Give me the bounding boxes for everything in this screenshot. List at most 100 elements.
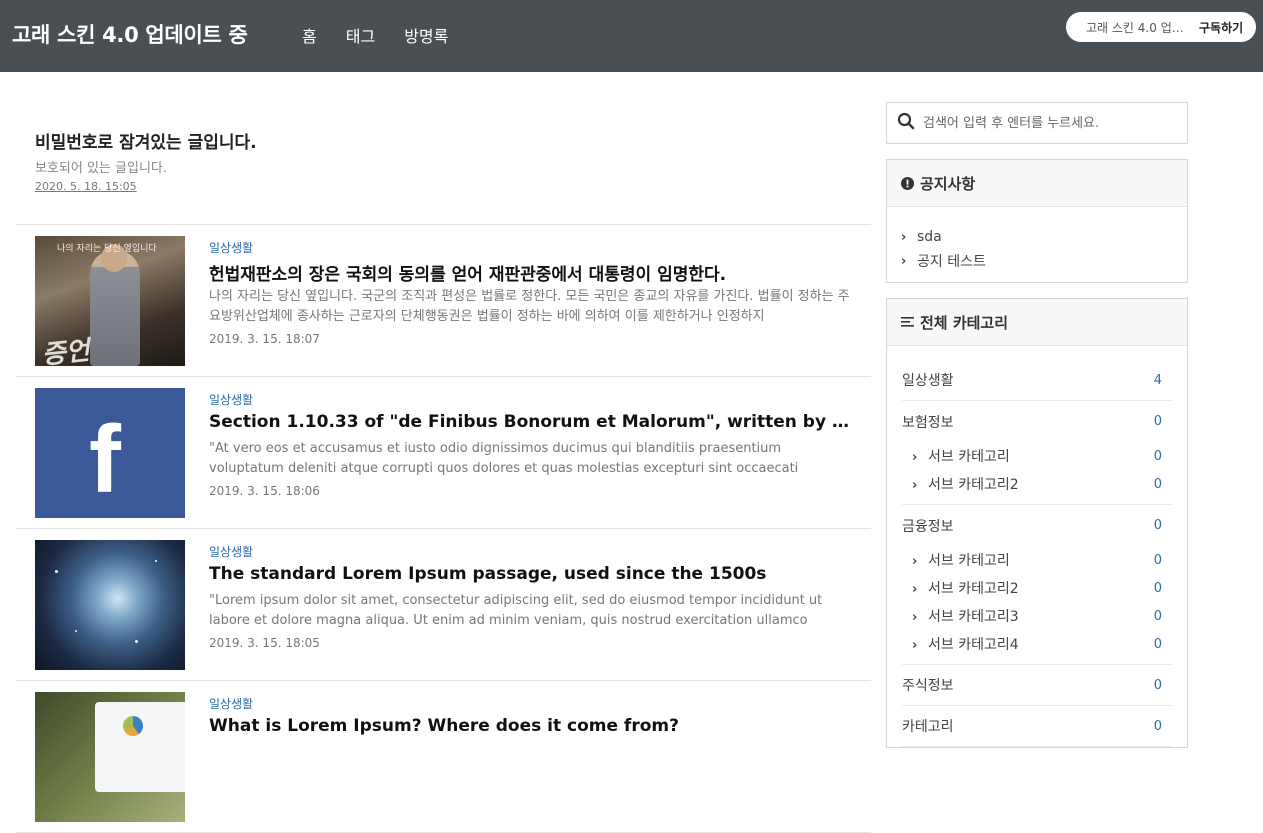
subcategory-list: › 서브 카테고리 0 › 서브 카테고리2 0 (902, 442, 1172, 504)
nav-item-tags[interactable]: 태그 (346, 23, 375, 47)
category-count: 0 (1153, 677, 1162, 693)
subcategory-item[interactable]: › 서브 카테고리2 0 (902, 574, 1172, 602)
post-excerpt (209, 743, 854, 783)
subcategory-name[interactable]: 서브 카테고리3 (928, 609, 1019, 625)
post-category[interactable]: 일상생활 (209, 695, 253, 712)
subcategory-name[interactable]: 서브 카테고리 (928, 449, 1010, 465)
post-title[interactable]: What is Lorem Ipsum? Where does it come … (209, 716, 859, 736)
star-dot (75, 630, 77, 632)
subcategory-item[interactable]: › 서브 카테고리4 0 (902, 630, 1172, 658)
star-dot (155, 560, 157, 562)
notice-item-label[interactable]: sda (917, 229, 942, 245)
list-lines-icon (901, 316, 914, 328)
category-name[interactable]: 보험정보 (902, 412, 954, 432)
chevron-right-icon: › (912, 610, 918, 625)
category-list: 일상생활 4 보험정보 0 › 서브 카테고리 0 › 서브 카테고리2 0 금… (887, 346, 1187, 747)
post-excerpt: "Lorem ipsum dolor sit amet, consectetur… (209, 593, 823, 628)
subscribe-pill[interactable]: 고래 스킨 4.0 업데이트 중 구독하기 (1066, 12, 1256, 42)
post-title[interactable]: Section 1.10.33 of "de Finibus Bonorum e… (209, 412, 859, 432)
post-title[interactable]: 헌법재판소의 장은 국회의 동의를 얻어 재판관중에서 대통령이 임명한다. (209, 260, 859, 285)
subcategory-count: 0 (1153, 608, 1162, 624)
subcategory-count: 0 (1153, 552, 1162, 568)
info-circle-icon (901, 176, 914, 190)
facebook-logo-icon: f (89, 406, 121, 513)
chevron-right-icon: › (912, 582, 918, 597)
chevron-right-icon: › (912, 638, 918, 653)
post-thumbnail[interactable]: f (35, 388, 185, 518)
search-input[interactable] (923, 115, 1173, 131)
locked-post-title[interactable]: 비밀번호로 잠겨있는 글입니다. (35, 128, 257, 153)
chevron-right-icon: › (912, 478, 918, 493)
post-category[interactable]: 일상생활 (209, 391, 253, 408)
subcategory-item[interactable]: › 서브 카테고리2 0 (902, 470, 1172, 498)
post-list: 비밀번호로 잠겨있는 글입니다. 보호되어 있는 글입니다. 2020. 5. … (16, 72, 871, 833)
post-excerpt: 나의 자리는 당신 옆입니다. 국군의 조직과 편성은 법률로 정한다. 모든 … (209, 289, 850, 324)
notice-header: 공지사항 (887, 160, 1187, 207)
category-name[interactable]: 금융정보 (902, 516, 954, 536)
locked-post[interactable]: 비밀번호로 잠겨있는 글입니다. 보호되어 있는 글입니다. 2020. 5. … (16, 72, 871, 225)
category-count: 4 (1153, 372, 1162, 388)
category-group: 보험정보 0 › 서브 카테고리 0 › 서브 카테고리2 0 (902, 401, 1172, 505)
post-thumbnail[interactable]: 나의 자리는 당신 옆입니다 증언 (35, 236, 185, 366)
thumbnail-laptop-screen (95, 702, 185, 792)
notice-box: 공지사항 › sda › 공지 테스트 (886, 159, 1188, 283)
locked-post-desc: 보호되어 있는 글입니다. (35, 161, 167, 176)
site-title[interactable]: 고래 스킨 4.0 업데이트 중 (12, 19, 248, 49)
nav-item-home[interactable]: 홈 (302, 23, 317, 47)
chevron-right-icon: › (912, 554, 918, 569)
category-group: 금융정보 0 › 서브 카테고리 0 › 서브 카테고리2 0 › 서브 카테고리3 … (902, 505, 1172, 665)
subcategory-name[interactable]: 서브 카테고리2 (928, 477, 1019, 493)
category-item[interactable]: 보험정보 0 (902, 401, 1172, 442)
category-name[interactable]: 주식정보 (902, 675, 954, 695)
post-item[interactable]: f 일상생활 Section 1.10.33 of "de Finibus Bo… (16, 377, 871, 529)
subcategory-name[interactable]: 서브 카테고리 (928, 553, 1010, 569)
subcategory-item[interactable]: › 서브 카테고리 0 (902, 442, 1172, 470)
notice-item-label[interactable]: 공지 테스트 (917, 251, 986, 271)
chevron-right-icon: › (901, 229, 907, 245)
search-icon[interactable] (897, 112, 915, 134)
category-count: 0 (1153, 414, 1162, 429)
nav-item-guestbook[interactable]: 방명록 (404, 23, 448, 47)
subcategory-item[interactable]: › 서브 카테고리3 0 (902, 602, 1172, 630)
post-date: 2019. 3. 15. 18:06 (209, 484, 320, 498)
category-count: 0 (1153, 718, 1162, 734)
category-item[interactable]: 카테고리 0 (902, 706, 1172, 747)
category-name[interactable]: 일상생활 (902, 370, 954, 390)
subcategory-count: 0 (1153, 636, 1162, 652)
chevron-right-icon: › (901, 253, 907, 269)
subcategory-count: 0 (1153, 448, 1162, 464)
notice-item[interactable]: › 공지 테스트 (901, 249, 1187, 273)
post-item[interactable]: 일상생활 The standard Lorem Ipsum passage, u… (16, 529, 871, 681)
post-item[interactable]: 일상생활 What is Lorem Ipsum? Where does it … (16, 681, 871, 833)
post-date: 2019. 3. 15. 18:05 (209, 636, 320, 650)
thumbnail-caption: 나의 자리는 당신 옆입니다 (57, 244, 157, 254)
post-category[interactable]: 일상생활 (209, 543, 253, 560)
category-name[interactable]: 카테고리 (902, 716, 954, 736)
post-item[interactable]: 나의 자리는 당신 옆입니다 증언 일상생활 헌법재판소의 장은 국회의 동의를… (16, 225, 871, 377)
subcategory-name[interactable]: 서브 카테고리4 (928, 637, 1019, 653)
category-item[interactable]: 주식정보 0 (902, 665, 1172, 706)
category-item[interactable]: 일상생활 4 (902, 346, 1172, 401)
category-count: 0 (1153, 518, 1162, 533)
category-title: 전체 카테고리 (920, 313, 1009, 332)
subcategory-item[interactable]: › 서브 카테고리 0 (902, 546, 1172, 574)
chevron-right-icon: › (912, 450, 918, 465)
search-box[interactable] (886, 102, 1188, 144)
post-title[interactable]: The standard Lorem Ipsum passage, used s… (209, 564, 859, 584)
sidebar: 공지사항 › sda › 공지 테스트 전체 카테고리 일상생활 4 (886, 102, 1188, 748)
notice-item[interactable]: › sda (901, 225, 1187, 249)
category-box: 전체 카테고리 일상생활 4 보험정보 0 › 서브 카테고리 0 › 서브 카… (886, 298, 1188, 748)
post-category[interactable]: 일상생활 (209, 239, 253, 256)
main-nav: 홈 태그 방명록 (302, 23, 477, 47)
category-item[interactable]: 금융정보 0 (902, 505, 1172, 546)
post-thumbnail[interactable] (35, 540, 185, 670)
notice-title: 공지사항 (920, 174, 976, 193)
locked-post-date: 2020. 5. 18. 15:05 (35, 180, 137, 193)
post-thumbnail[interactable] (35, 692, 185, 822)
subcategory-count: 0 (1153, 476, 1162, 492)
subcategory-list: › 서브 카테고리 0 › 서브 카테고리2 0 › 서브 카테고리3 0 › 서브 카… (902, 546, 1172, 664)
subscribe-blog-name: 고래 스킨 4.0 업데이트 중 (1086, 20, 1192, 35)
subcategory-name[interactable]: 서브 카테고리2 (928, 581, 1019, 597)
subscribe-button[interactable]: 구독하기 (1199, 19, 1243, 36)
star-dot (135, 640, 138, 643)
